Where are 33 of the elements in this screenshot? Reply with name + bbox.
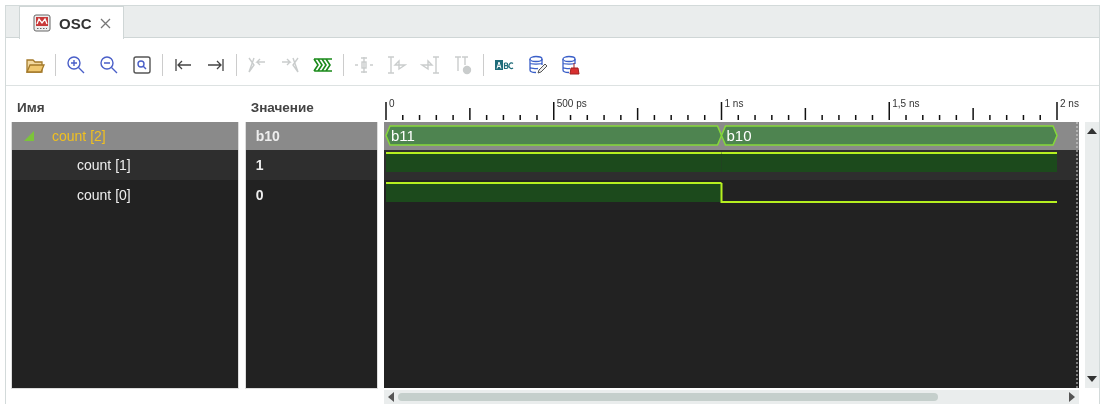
- scroll-down-icon[interactable]: [1087, 376, 1098, 382]
- bus-value: b11: [391, 127, 416, 144]
- signal-name: count [0]: [77, 187, 131, 203]
- database-edit-icon[interactable]: [527, 54, 547, 75]
- waveform-file-icon: [33, 14, 51, 32]
- signal-value: 1: [245, 150, 378, 180]
- scroll-left-icon[interactable]: [388, 392, 395, 402]
- signal-value: b10: [245, 122, 378, 150]
- tab-title: OSC: [59, 14, 92, 32]
- time-label: 0: [389, 98, 395, 109]
- column-header: Имя: [16, 98, 46, 117]
- signal-row[interactable]: count [0]: [12, 180, 238, 210]
- vertical-scrollbar[interactable]: [1085, 122, 1099, 388]
- time-label: 500 ps: [557, 98, 588, 109]
- tab[interactable]: OSC: [19, 6, 124, 39]
- database-clear-icon[interactable]: [560, 54, 580, 75]
- time-label: 1,5 ns: [892, 98, 920, 109]
- bus-value: b10: [726, 127, 752, 144]
- time-label: 1 ns: [724, 98, 744, 109]
- signal-name: count [1]: [77, 157, 131, 173]
- time-label: 2 ns: [1060, 98, 1080, 109]
- signal-name: count [2]: [52, 128, 106, 144]
- horizontal-scrollbar[interactable]: [384, 390, 1080, 404]
- scroll-up-icon[interactable]: [1087, 128, 1098, 134]
- column-header: Значение: [249, 98, 315, 117]
- close-icon[interactable]: [99, 17, 111, 29]
- zoom-fit-icon[interactable]: [132, 54, 152, 75]
- scroll-right-icon[interactable]: [1069, 392, 1076, 402]
- signal-value: 0: [254, 186, 265, 205]
- zoom-out-icon[interactable]: [99, 54, 119, 75]
- zoom-in-icon[interactable]: [66, 54, 86, 75]
- signal-row[interactable]: count [1]: [12, 150, 238, 180]
- scrollbar-thumb[interactable]: [398, 393, 939, 401]
